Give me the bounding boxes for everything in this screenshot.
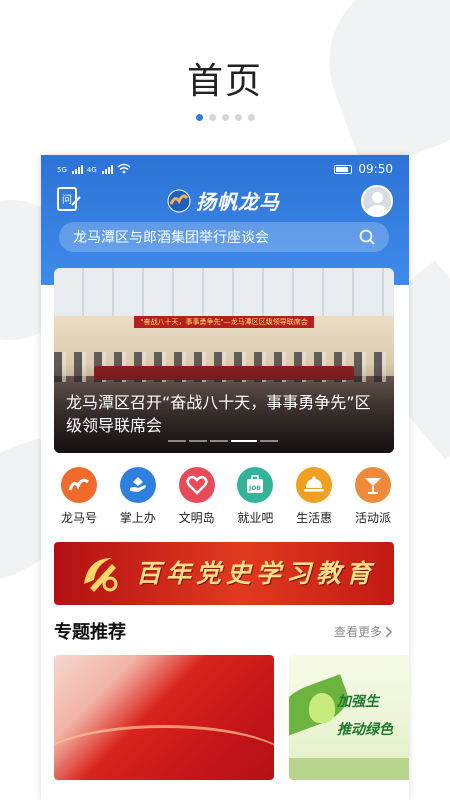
quick-link-wenmingdao[interactable]: 文明岛 bbox=[169, 467, 225, 526]
quick-link-label: 龙马号 bbox=[60, 511, 97, 525]
svg-text:JOB: JOB bbox=[248, 485, 261, 492]
banner-caption[interactable]: 龙马潭区召开“奋战八十天，事事勇争先”区级领导联席会 bbox=[66, 391, 386, 437]
chevron-right-icon bbox=[385, 625, 393, 638]
hand-service-icon bbox=[119, 467, 156, 503]
longma-logo-icon bbox=[167, 189, 191, 212]
job-briefcase-icon: JOB bbox=[237, 467, 274, 503]
pager-dot[interactable] bbox=[221, 114, 229, 121]
app-logo: 扬帆龙马 bbox=[166, 186, 280, 215]
quick-link-jiuyeba[interactable]: JOB 就业吧 bbox=[227, 467, 283, 526]
view-more-link[interactable]: 查看更多 bbox=[334, 623, 393, 640]
phone-screen: 5G 4G 09:50 问 扬帆龙马 龙马潭区与郎酒集团举行座谈会 "奋战八十天… bbox=[41, 155, 409, 800]
quick-link-shenghuohui[interactable]: 生活惠 bbox=[286, 467, 342, 526]
banner-indicator-dot-active bbox=[231, 440, 257, 442]
sim2-label: 4G bbox=[86, 166, 97, 174]
pager-dot[interactable] bbox=[234, 114, 242, 121]
banner-indicator-dot bbox=[210, 440, 228, 442]
status-bar: 5G 4G 09:50 bbox=[41, 155, 409, 183]
party-emblem-icon bbox=[84, 558, 118, 592]
wifi-icon bbox=[117, 163, 131, 174]
quick-links: 龙马号 掌上办 文明岛 JOB 就业吧 生活惠 活动派 bbox=[51, 467, 401, 526]
logo-text: 扬帆龙马 bbox=[196, 190, 280, 214]
pager-dot[interactable] bbox=[247, 114, 255, 121]
quick-link-longmahao[interactable]: 龙马号 bbox=[51, 467, 107, 526]
search-bar[interactable]: 龙马潭区与郎酒集团举行座谈会 bbox=[59, 222, 389, 252]
dish-cover-icon bbox=[296, 467, 333, 503]
topic-card-text: 加强生 bbox=[337, 694, 379, 710]
quick-link-label: 就业吧 bbox=[237, 511, 274, 525]
app-header: 5G 4G 09:50 问 扬帆龙马 龙马潭区与郎酒集团举行座谈会 bbox=[41, 155, 409, 285]
view-more-label: 查看更多 bbox=[333, 625, 382, 639]
section-title: 专题推荐 bbox=[54, 622, 126, 643]
banner-indicator bbox=[168, 440, 278, 442]
banner-indicator-dot bbox=[260, 440, 278, 442]
signal-icon bbox=[101, 165, 113, 174]
banner-indicator-dot bbox=[189, 440, 207, 442]
sim1-label: 5G bbox=[57, 166, 67, 174]
page-title: 首页 bbox=[186, 61, 263, 102]
svg-text:问: 问 bbox=[62, 193, 72, 206]
topic-card-red[interactable] bbox=[54, 655, 274, 780]
banner-stage-text: "奋战八十天，事事勇争先"—龙马潭区区级领导联席会 bbox=[134, 316, 314, 328]
status-time: 09:50 bbox=[358, 162, 393, 176]
search-input[interactable]: 龙马潭区与郎酒集团举行座谈会 bbox=[73, 227, 359, 247]
quick-link-zhangshangban[interactable]: 掌上办 bbox=[110, 467, 166, 526]
banner-indicator-dot bbox=[168, 440, 186, 442]
topic-card-text: 推动绿色 bbox=[337, 722, 393, 738]
pager-dot[interactable] bbox=[208, 114, 216, 121]
quick-link-label: 掌上办 bbox=[119, 511, 156, 525]
longma-logo-icon bbox=[61, 467, 97, 503]
heart-icon bbox=[178, 467, 215, 503]
party-history-banner[interactable]: 百年党史学习教育 bbox=[54, 542, 394, 605]
bulb-icon bbox=[309, 693, 335, 723]
search-icon[interactable] bbox=[359, 229, 375, 245]
banner-photo-ceiling bbox=[54, 268, 394, 316]
pager-dots bbox=[0, 114, 450, 121]
battery-icon bbox=[334, 164, 353, 174]
cocktail-icon bbox=[354, 467, 391, 503]
pager-dot[interactable] bbox=[195, 114, 203, 121]
news-banner[interactable]: "奋战八十天，事事勇争先"—龙马潭区区级领导联席会 龙马潭区召开“奋战八十天，事… bbox=[54, 268, 394, 453]
card-decor-wave bbox=[54, 725, 274, 780]
avatar[interactable] bbox=[361, 185, 393, 217]
topic-card-green[interactable]: 加强生 推动绿色 bbox=[289, 655, 409, 780]
quick-link-label: 活动派 bbox=[354, 511, 391, 525]
card-decor-ground bbox=[289, 758, 409, 780]
quick-link-huodongpai[interactable]: 活动派 bbox=[345, 467, 401, 526]
party-banner-text: 百年党史学习教育 bbox=[136, 559, 377, 588]
signal-icon bbox=[71, 165, 83, 174]
quick-link-label: 生活惠 bbox=[296, 511, 333, 525]
quick-link-label: 文明岛 bbox=[178, 511, 215, 525]
question-book-icon[interactable]: 问 bbox=[55, 185, 83, 213]
